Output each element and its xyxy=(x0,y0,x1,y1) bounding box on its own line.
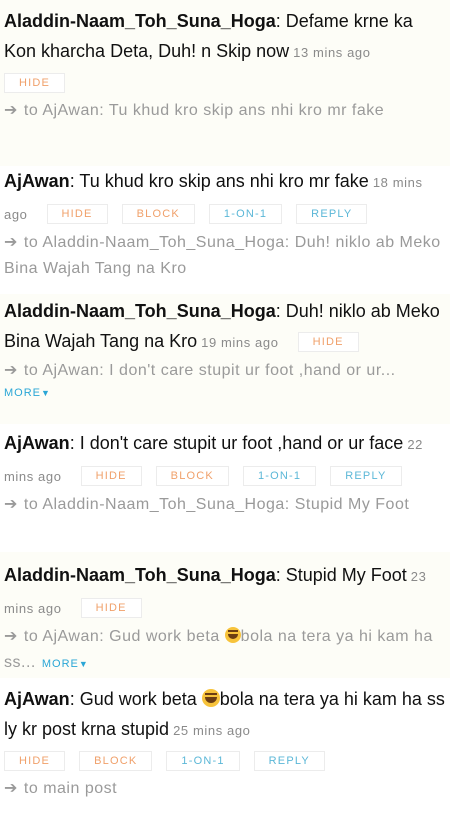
more-link[interactable]: MORE xyxy=(42,658,79,670)
comment-author[interactable]: Aladdin-Naam_Toh_Suna_Hoga xyxy=(4,301,276,321)
reply-button[interactable]: REPLY xyxy=(296,204,368,225)
comment-author[interactable]: AjAwan xyxy=(4,689,70,709)
comment-body: AjAwan: Tu khud kro skip ans nhi kro mr … xyxy=(4,166,446,230)
comment-time: 19 mins ago xyxy=(201,335,279,350)
action-row: HIDE BLOCK 1-ON-1 REPLY xyxy=(4,746,446,776)
arrow-right-icon: ➔ xyxy=(4,234,18,251)
arrow-right-icon: ➔ xyxy=(4,496,18,513)
reply-to-line[interactable]: ➔ to Aladdin-Naam_Toh_Suna_Hoga: Duh! nik… xyxy=(4,230,446,282)
one-on-one-button[interactable]: 1-ON-1 xyxy=(166,750,240,771)
more-link[interactable]: MORE xyxy=(4,387,41,399)
one-on-one-button[interactable]: 1-ON-1 xyxy=(242,466,317,487)
comment-body: Aladdin-Naam_Toh_Suna_Hoga: Defame krne … xyxy=(4,6,446,68)
reply-button[interactable]: REPLY xyxy=(330,466,402,487)
comment-time: 25 mins ago xyxy=(173,723,251,738)
reply-to-line[interactable]: ➔ to main post xyxy=(4,776,446,802)
laughing-face-icon xyxy=(224,627,241,643)
arrow-right-icon: ➔ xyxy=(4,628,18,645)
block-button[interactable]: BLOCK xyxy=(121,204,195,225)
arrow-right-icon: ➔ xyxy=(4,362,18,379)
comment-text: : I don't care stupit ur foot ,hand or u… xyxy=(69,433,404,453)
comment-item: Aladdin-Naam_Toh_Suna_Hoga: Defame krne … xyxy=(0,0,450,166)
reply-to-text: to AjAwan: Tu khud kro skip ans nhi kro … xyxy=(23,102,385,119)
arrow-right-icon: ➔ xyxy=(4,102,18,119)
comment-text: : Tu khud kro skip ans nhi kro mr fake xyxy=(69,171,369,191)
comment-item: AjAwan: I don't care stupit ur foot ,han… xyxy=(0,424,450,552)
caret-down-icon: ▼ xyxy=(78,659,89,669)
comment-body: Aladdin-Naam_Toh_Suna_Hoga: Duh! niklo a… xyxy=(4,296,446,358)
hide-button[interactable]: HIDE xyxy=(4,72,66,93)
reply-to-text: to AjAwan: Gud work beta xyxy=(23,628,225,645)
comment-author[interactable]: AjAwan xyxy=(4,433,70,453)
comment-item: Aladdin-Naam_Toh_Suna_Hoga: Duh! niklo a… xyxy=(0,294,450,424)
hide-button[interactable]: HIDE xyxy=(80,466,142,487)
reply-button[interactable]: REPLY xyxy=(253,750,325,771)
block-button[interactable]: BLOCK xyxy=(155,466,229,487)
reply-to-line[interactable]: ➔ to AjAwan: Tu khud kro skip ans nhi kro… xyxy=(4,98,446,124)
reply-to-line[interactable]: ➔ to AjAwan: I don't care stupit ur foot … xyxy=(4,358,446,384)
one-on-one-button[interactable]: 1-ON-1 xyxy=(208,204,283,225)
hide-button[interactable]: HIDE xyxy=(80,598,142,619)
more-toggle[interactable]: MORE▼ xyxy=(0,384,446,401)
reply-to-text: to main post xyxy=(23,780,118,797)
comment-time: 13 mins ago xyxy=(293,45,371,60)
reply-to-text: to AjAwan: I don't care stupit ur foot ,… xyxy=(23,362,396,379)
reply-to-text: to Aladdin-Naam_Toh_Suna_Hoga: Duh! nikl… xyxy=(4,234,441,277)
comment-body: AjAwan: I don't care stupit ur foot ,han… xyxy=(4,428,446,492)
caret-down-icon: ▼ xyxy=(41,388,51,398)
comment-author[interactable]: AjAwan xyxy=(4,171,70,191)
comment-author[interactable]: Aladdin-Naam_Toh_Suna_Hoga xyxy=(4,565,276,585)
hide-button[interactable]: HIDE xyxy=(46,204,108,225)
reply-to-line[interactable]: ➔ to Aladdin-Naam_Toh_Suna_Hoga: Stupid M… xyxy=(4,492,446,518)
laughing-face-icon xyxy=(201,689,220,707)
reply-to-line[interactable]: ➔ to AjAwan: Gud work beta bola na tera y… xyxy=(4,624,446,677)
comment-author[interactable]: Aladdin-Naam_Toh_Suna_Hoga xyxy=(4,11,276,31)
block-button[interactable]: BLOCK xyxy=(79,750,153,771)
comment-item: Aladdin-Naam_Toh_Suna_Hoga: Stupid My Fo… xyxy=(0,552,450,678)
reply-to-text: to Aladdin-Naam_Toh_Suna_Hoga: Stupid My… xyxy=(23,496,410,513)
comment-text: : Gud work beta xyxy=(69,689,202,709)
hide-button[interactable]: HIDE xyxy=(4,750,66,771)
hide-button[interactable]: HIDE xyxy=(297,332,359,353)
arrow-right-icon: ➔ xyxy=(4,780,18,797)
action-row: HIDE xyxy=(4,68,446,98)
comment-item: AjAwan: Tu khud kro skip ans nhi kro mr … xyxy=(0,166,450,294)
comment-text: : Stupid My Foot xyxy=(275,565,407,585)
comment-body: AjAwan: Gud work beta bola na tera ya hi… xyxy=(4,684,446,746)
comment-item: AjAwan: Gud work beta bola na tera ya hi… xyxy=(0,678,450,811)
comment-body: Aladdin-Naam_Toh_Suna_Hoga: Stupid My Fo… xyxy=(4,560,446,624)
comment-feed: Aladdin-Naam_Toh_Suna_Hoga: Defame krne … xyxy=(0,0,450,811)
